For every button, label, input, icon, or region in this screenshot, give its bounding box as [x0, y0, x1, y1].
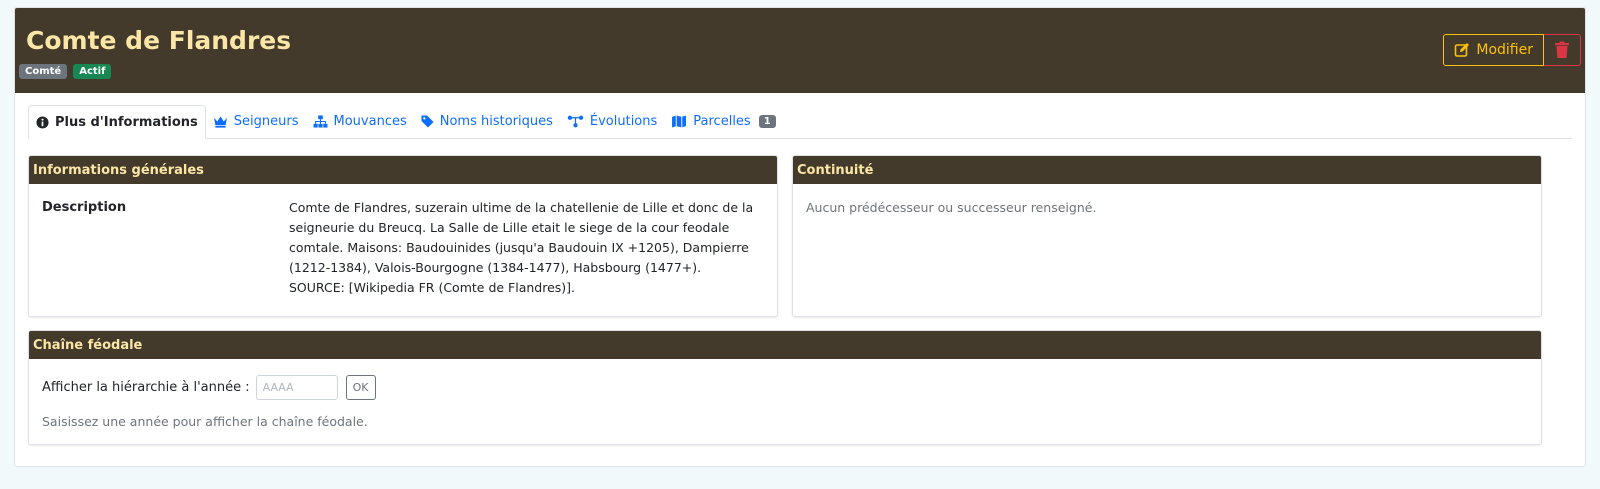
feudal-chain-panel: Chaîne féodale Afficher la hiérarchie à …: [28, 330, 1542, 445]
crown-icon: [213, 115, 228, 128]
tab-mouvances-label: Mouvances: [333, 113, 407, 129]
ok-button[interactable]: OK: [345, 375, 376, 400]
hierarchy-icon: [313, 114, 328, 128]
header-actions: Modifier: [1443, 34, 1581, 66]
edit-button[interactable]: Modifier: [1443, 34, 1544, 66]
general-info-panel: Informations générales Description Comte…: [28, 155, 778, 317]
tab-parcelles-label: Parcelles: [693, 113, 751, 129]
year-form: Afficher la hiérarchie à l'année : OK: [42, 375, 376, 400]
tab-info-label: Plus d'Informations: [55, 114, 198, 130]
tab-bar: Plus d'Informations Seigneurs Mouvances …: [28, 105, 1572, 139]
tab-evolutions-label: Évolutions: [589, 113, 658, 129]
info-icon: [36, 115, 49, 129]
tab-noms[interactable]: Noms historiques: [414, 104, 560, 138]
year-input[interactable]: [255, 375, 338, 400]
edit-icon: [1454, 42, 1470, 58]
chain-hint-text: Saisissez une année pour afficher la cha…: [42, 414, 368, 429]
trash-icon: [1554, 41, 1570, 59]
badge-group: Comté Actif: [19, 64, 112, 79]
tab-seigneurs[interactable]: Seigneurs: [206, 104, 306, 138]
year-label: Afficher la hiérarchie à l'année :: [42, 380, 250, 395]
tab-evolutions[interactable]: Évolutions: [560, 104, 664, 138]
continuity-panel: Continuité Aucun prédécesseur ou success…: [792, 155, 1542, 317]
tab-parcelles[interactable]: Parcelles 1: [664, 104, 782, 138]
delete-button[interactable]: [1544, 34, 1581, 66]
continuity-empty-text: Aucun prédécesseur ou successeur renseig…: [806, 200, 1097, 215]
map-icon: [671, 114, 687, 128]
continuity-title: Continuité: [793, 156, 1541, 184]
type-badge: Comté: [19, 64, 68, 79]
general-info-title: Informations générales: [29, 156, 777, 184]
tab-mouvances[interactable]: Mouvances: [306, 104, 414, 138]
main-card: Comte de Flandres Comté Actif Modifier P…: [14, 7, 1586, 467]
description-label: Description: [42, 200, 127, 215]
page-title: Comte de Flandres: [26, 26, 292, 55]
page-header: Comte de Flandres Comté Actif Modifier: [15, 8, 1585, 93]
tab-noms-label: Noms historiques: [439, 113, 553, 129]
edit-label: Modifier: [1476, 42, 1533, 58]
tag-icon: [421, 114, 434, 128]
tab-info[interactable]: Plus d'Informations: [28, 105, 206, 139]
network-icon: [567, 115, 584, 128]
feudal-chain-title: Chaîne féodale: [29, 331, 1541, 359]
tab-seigneurs-label: Seigneurs: [233, 113, 299, 129]
status-badge: Actif: [73, 64, 112, 79]
description-text: Comte de Flandres, suzerain ultime de la…: [289, 200, 754, 295]
parcelles-count-badge: 1: [758, 114, 776, 128]
